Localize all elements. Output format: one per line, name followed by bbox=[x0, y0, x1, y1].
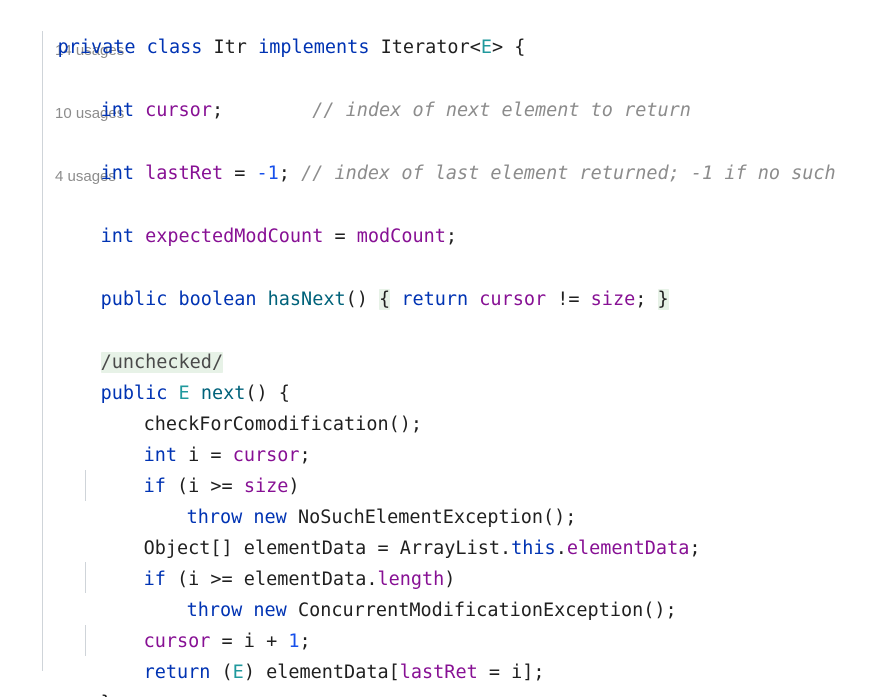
keyword-implements: implements bbox=[258, 37, 370, 58]
code-line-object-array-elementdata[interactable]: Object[] elementData = ArrayList.this.el… bbox=[99, 502, 701, 559]
keyword-int-lastret: int bbox=[100, 163, 134, 184]
keyword-return-hasnext: return bbox=[401, 289, 469, 310]
method-name-hasnext: hasNext bbox=[267, 289, 346, 310]
code-line-class-declaration[interactable]: private class Itr implements Iterator<E>… bbox=[13, 1, 526, 58]
code-line-call-checkforcomodification[interactable]: checkForComodification(); bbox=[99, 378, 422, 435]
equals-lastret: = bbox=[223, 163, 257, 184]
code-line-if-length[interactable]: if (i >= elementData.length) bbox=[99, 533, 456, 590]
code-line-cursor-assignment[interactable]: cursor = i + 1; bbox=[99, 595, 311, 652]
field-elementdata: elementData bbox=[566, 538, 690, 559]
field-size-hasnext: size bbox=[590, 289, 636, 310]
semicolon-i: ; bbox=[299, 445, 311, 466]
type-concurrentmodificationexception: ConcurrentModificationException(); bbox=[297, 600, 677, 621]
code-editor[interactable]: 14 usages 10 usages 4 usages private cla… bbox=[0, 0, 891, 697]
keyword-int-expected: int bbox=[100, 226, 134, 247]
parens-hasnext: () bbox=[345, 289, 368, 310]
operator-not-equal: != bbox=[546, 289, 591, 310]
code-line-method-hasnext[interactable]: public boolean hasNext() { return cursor… bbox=[56, 253, 669, 310]
keyword-class: class bbox=[146, 37, 203, 58]
comment-lastret: // index of last element returned; -1 if… bbox=[301, 163, 836, 184]
keyword-int-cursor: int bbox=[100, 100, 134, 121]
semicolon-lastret: ; bbox=[278, 163, 290, 184]
comment-cursor: // index of next element to return bbox=[312, 100, 691, 121]
cast-type-e: E bbox=[232, 662, 244, 683]
brace-open-class: { bbox=[514, 37, 526, 58]
keyword-return-next: return bbox=[143, 662, 211, 683]
semicolon-cursor: ; bbox=[211, 100, 224, 121]
keyword-this: this bbox=[511, 538, 556, 559]
code-line-throw-nosuchelement[interactable]: throw new NoSuchElementException(); bbox=[142, 471, 577, 528]
code-line-if-size[interactable]: if (i >= size) bbox=[99, 440, 300, 497]
semicolon-hasnext: ; bbox=[635, 289, 647, 310]
angle-close: > bbox=[492, 37, 504, 58]
code-line-field-lastret[interactable]: int lastRet = -1; // index of last eleme… bbox=[56, 127, 836, 184]
field-cursor: cursor bbox=[145, 100, 212, 121]
class-name-itr: Itr bbox=[213, 37, 247, 58]
indent-guide-level-2b bbox=[85, 562, 86, 593]
semicolon-expected: ; bbox=[445, 226, 458, 247]
brace-open-highlight: { bbox=[379, 289, 391, 310]
type-parameter-e: E bbox=[480, 37, 492, 58]
code-line-annotation-unchecked[interactable]: /unchecked/ bbox=[56, 316, 224, 373]
minus-sign: - bbox=[256, 163, 268, 184]
field-lastret-assign: lastRet bbox=[399, 662, 478, 683]
angle-open: < bbox=[469, 37, 481, 58]
field-expectedmodcount: expectedModCount bbox=[145, 226, 324, 247]
indent-guide-level-2c bbox=[85, 625, 86, 656]
number-one-lastret: 1 bbox=[267, 163, 279, 184]
keyword-private: private bbox=[57, 37, 136, 58]
code-line-throw-concurrentmodification[interactable]: throw new ConcurrentModificationExceptio… bbox=[142, 564, 677, 621]
field-modcount: modCount bbox=[356, 226, 446, 247]
code-line-return-element[interactable]: return (E) elementData[lastRet = i]; bbox=[99, 626, 545, 683]
equals-expected: = bbox=[323, 226, 357, 247]
keyword-boolean: boolean bbox=[178, 289, 257, 310]
semicolon-elementdata: ; bbox=[689, 538, 701, 559]
code-line-method-next-declaration[interactable]: public E next() { bbox=[56, 347, 290, 404]
indent-guide-level-1 bbox=[42, 31, 43, 671]
dot-separator: . bbox=[555, 538, 567, 559]
indent-guide-level-2 bbox=[85, 470, 86, 501]
brace-close-next: } bbox=[101, 693, 112, 697]
keyword-public-hasnext: public bbox=[100, 289, 168, 310]
cast-open: ( bbox=[210, 662, 233, 683]
code-line-closing-brace[interactable]: } bbox=[56, 657, 112, 697]
index-assign: = i]; bbox=[477, 662, 545, 683]
type-iterator: Iterator bbox=[380, 37, 470, 58]
code-line-local-i[interactable]: int i = cursor; bbox=[99, 409, 311, 466]
field-lastret: lastRet bbox=[145, 163, 224, 184]
field-cursor-hasnext: cursor bbox=[479, 289, 547, 310]
code-line-field-cursor[interactable]: int cursor; // index of next element to … bbox=[56, 64, 691, 121]
brace-close-highlight: } bbox=[657, 289, 669, 310]
code-line-field-expectedmodcount[interactable]: int expectedModCount = modCount; bbox=[56, 190, 457, 247]
cast-close: ) elementData[ bbox=[243, 662, 400, 683]
